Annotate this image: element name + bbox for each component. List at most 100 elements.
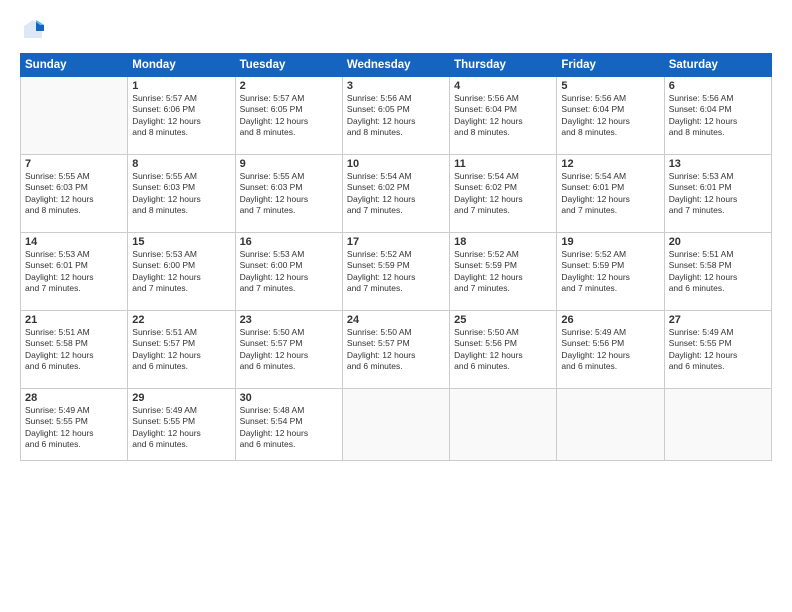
day-info: Sunrise: 5:56 AM Sunset: 6:04 PM Dayligh… bbox=[669, 93, 767, 139]
calendar: SundayMondayTuesdayWednesdayThursdayFrid… bbox=[20, 53, 772, 461]
day-info: Sunrise: 5:53 AM Sunset: 6:00 PM Dayligh… bbox=[132, 249, 230, 295]
col-header-wednesday: Wednesday bbox=[342, 54, 449, 77]
day-cell: 8Sunrise: 5:55 AM Sunset: 6:03 PM Daylig… bbox=[128, 155, 235, 233]
day-info: Sunrise: 5:56 AM Sunset: 6:04 PM Dayligh… bbox=[561, 93, 659, 139]
day-number: 17 bbox=[347, 236, 445, 248]
day-info: Sunrise: 5:52 AM Sunset: 5:59 PM Dayligh… bbox=[561, 249, 659, 295]
col-header-monday: Monday bbox=[128, 54, 235, 77]
day-number: 16 bbox=[240, 236, 338, 248]
day-info: Sunrise: 5:49 AM Sunset: 5:56 PM Dayligh… bbox=[561, 327, 659, 373]
col-header-tuesday: Tuesday bbox=[235, 54, 342, 77]
day-info: Sunrise: 5:56 AM Sunset: 6:05 PM Dayligh… bbox=[347, 93, 445, 139]
day-info: Sunrise: 5:53 AM Sunset: 6:01 PM Dayligh… bbox=[25, 249, 123, 295]
day-cell: 26Sunrise: 5:49 AM Sunset: 5:56 PM Dayli… bbox=[557, 311, 664, 389]
logo-icon bbox=[22, 18, 44, 40]
week-row-3: 14Sunrise: 5:53 AM Sunset: 6:01 PM Dayli… bbox=[21, 233, 772, 311]
day-cell: 10Sunrise: 5:54 AM Sunset: 6:02 PM Dayli… bbox=[342, 155, 449, 233]
day-info: Sunrise: 5:49 AM Sunset: 5:55 PM Dayligh… bbox=[669, 327, 767, 373]
day-cell: 11Sunrise: 5:54 AM Sunset: 6:02 PM Dayli… bbox=[450, 155, 557, 233]
day-number: 3 bbox=[347, 80, 445, 92]
day-info: Sunrise: 5:51 AM Sunset: 5:58 PM Dayligh… bbox=[669, 249, 767, 295]
day-number: 30 bbox=[240, 392, 338, 404]
day-number: 9 bbox=[240, 158, 338, 170]
day-info: Sunrise: 5:50 AM Sunset: 5:57 PM Dayligh… bbox=[347, 327, 445, 373]
day-number: 10 bbox=[347, 158, 445, 170]
day-number: 26 bbox=[561, 314, 659, 326]
day-cell bbox=[664, 389, 771, 461]
day-cell: 9Sunrise: 5:55 AM Sunset: 6:03 PM Daylig… bbox=[235, 155, 342, 233]
day-cell: 12Sunrise: 5:54 AM Sunset: 6:01 PM Dayli… bbox=[557, 155, 664, 233]
day-number: 4 bbox=[454, 80, 552, 92]
week-row-4: 21Sunrise: 5:51 AM Sunset: 5:58 PM Dayli… bbox=[21, 311, 772, 389]
day-cell: 1Sunrise: 5:57 AM Sunset: 6:06 PM Daylig… bbox=[128, 77, 235, 155]
day-number: 12 bbox=[561, 158, 659, 170]
day-cell: 21Sunrise: 5:51 AM Sunset: 5:58 PM Dayli… bbox=[21, 311, 128, 389]
day-cell bbox=[557, 389, 664, 461]
logo bbox=[20, 18, 44, 45]
day-number: 24 bbox=[347, 314, 445, 326]
day-number: 8 bbox=[132, 158, 230, 170]
day-info: Sunrise: 5:52 AM Sunset: 5:59 PM Dayligh… bbox=[347, 249, 445, 295]
day-info: Sunrise: 5:55 AM Sunset: 6:03 PM Dayligh… bbox=[240, 171, 338, 217]
day-cell: 7Sunrise: 5:55 AM Sunset: 6:03 PM Daylig… bbox=[21, 155, 128, 233]
day-cell: 24Sunrise: 5:50 AM Sunset: 5:57 PM Dayli… bbox=[342, 311, 449, 389]
col-header-saturday: Saturday bbox=[664, 54, 771, 77]
day-number: 7 bbox=[25, 158, 123, 170]
day-number: 14 bbox=[25, 236, 123, 248]
day-info: Sunrise: 5:56 AM Sunset: 6:04 PM Dayligh… bbox=[454, 93, 552, 139]
week-row-1: 1Sunrise: 5:57 AM Sunset: 6:06 PM Daylig… bbox=[21, 77, 772, 155]
day-cell: 30Sunrise: 5:48 AM Sunset: 5:54 PM Dayli… bbox=[235, 389, 342, 461]
day-cell: 27Sunrise: 5:49 AM Sunset: 5:55 PM Dayli… bbox=[664, 311, 771, 389]
header-row: SundayMondayTuesdayWednesdayThursdayFrid… bbox=[21, 54, 772, 77]
day-cell: 6Sunrise: 5:56 AM Sunset: 6:04 PM Daylig… bbox=[664, 77, 771, 155]
day-info: Sunrise: 5:57 AM Sunset: 6:06 PM Dayligh… bbox=[132, 93, 230, 139]
day-info: Sunrise: 5:54 AM Sunset: 6:02 PM Dayligh… bbox=[454, 171, 552, 217]
day-number: 6 bbox=[669, 80, 767, 92]
day-info: Sunrise: 5:50 AM Sunset: 5:56 PM Dayligh… bbox=[454, 327, 552, 373]
day-info: Sunrise: 5:57 AM Sunset: 6:05 PM Dayligh… bbox=[240, 93, 338, 139]
day-number: 28 bbox=[25, 392, 123, 404]
day-info: Sunrise: 5:50 AM Sunset: 5:57 PM Dayligh… bbox=[240, 327, 338, 373]
day-number: 23 bbox=[240, 314, 338, 326]
col-header-sunday: Sunday bbox=[21, 54, 128, 77]
day-info: Sunrise: 5:54 AM Sunset: 6:02 PM Dayligh… bbox=[347, 171, 445, 217]
day-cell: 15Sunrise: 5:53 AM Sunset: 6:00 PM Dayli… bbox=[128, 233, 235, 311]
day-cell: 20Sunrise: 5:51 AM Sunset: 5:58 PM Dayli… bbox=[664, 233, 771, 311]
day-number: 20 bbox=[669, 236, 767, 248]
day-cell: 23Sunrise: 5:50 AM Sunset: 5:57 PM Dayli… bbox=[235, 311, 342, 389]
day-number: 27 bbox=[669, 314, 767, 326]
day-number: 5 bbox=[561, 80, 659, 92]
week-row-5: 28Sunrise: 5:49 AM Sunset: 5:55 PM Dayli… bbox=[21, 389, 772, 461]
day-cell bbox=[21, 77, 128, 155]
day-number: 21 bbox=[25, 314, 123, 326]
day-number: 22 bbox=[132, 314, 230, 326]
day-cell: 17Sunrise: 5:52 AM Sunset: 5:59 PM Dayli… bbox=[342, 233, 449, 311]
day-cell: 25Sunrise: 5:50 AM Sunset: 5:56 PM Dayli… bbox=[450, 311, 557, 389]
day-number: 25 bbox=[454, 314, 552, 326]
day-cell: 2Sunrise: 5:57 AM Sunset: 6:05 PM Daylig… bbox=[235, 77, 342, 155]
day-number: 19 bbox=[561, 236, 659, 248]
day-cell: 16Sunrise: 5:53 AM Sunset: 6:00 PM Dayli… bbox=[235, 233, 342, 311]
day-cell: 13Sunrise: 5:53 AM Sunset: 6:01 PM Dayli… bbox=[664, 155, 771, 233]
day-info: Sunrise: 5:52 AM Sunset: 5:59 PM Dayligh… bbox=[454, 249, 552, 295]
day-cell: 22Sunrise: 5:51 AM Sunset: 5:57 PM Dayli… bbox=[128, 311, 235, 389]
day-info: Sunrise: 5:51 AM Sunset: 5:58 PM Dayligh… bbox=[25, 327, 123, 373]
day-cell bbox=[342, 389, 449, 461]
day-info: Sunrise: 5:53 AM Sunset: 6:01 PM Dayligh… bbox=[669, 171, 767, 217]
day-cell: 5Sunrise: 5:56 AM Sunset: 6:04 PM Daylig… bbox=[557, 77, 664, 155]
day-number: 13 bbox=[669, 158, 767, 170]
day-number: 15 bbox=[132, 236, 230, 248]
day-number: 18 bbox=[454, 236, 552, 248]
day-cell: 19Sunrise: 5:52 AM Sunset: 5:59 PM Dayli… bbox=[557, 233, 664, 311]
day-cell: 4Sunrise: 5:56 AM Sunset: 6:04 PM Daylig… bbox=[450, 77, 557, 155]
day-info: Sunrise: 5:55 AM Sunset: 6:03 PM Dayligh… bbox=[132, 171, 230, 217]
day-info: Sunrise: 5:48 AM Sunset: 5:54 PM Dayligh… bbox=[240, 405, 338, 451]
day-number: 29 bbox=[132, 392, 230, 404]
day-info: Sunrise: 5:53 AM Sunset: 6:00 PM Dayligh… bbox=[240, 249, 338, 295]
day-info: Sunrise: 5:55 AM Sunset: 6:03 PM Dayligh… bbox=[25, 171, 123, 217]
day-info: Sunrise: 5:54 AM Sunset: 6:01 PM Dayligh… bbox=[561, 171, 659, 217]
day-number: 1 bbox=[132, 80, 230, 92]
day-cell: 3Sunrise: 5:56 AM Sunset: 6:05 PM Daylig… bbox=[342, 77, 449, 155]
day-cell: 28Sunrise: 5:49 AM Sunset: 5:55 PM Dayli… bbox=[21, 389, 128, 461]
day-info: Sunrise: 5:49 AM Sunset: 5:55 PM Dayligh… bbox=[25, 405, 123, 451]
